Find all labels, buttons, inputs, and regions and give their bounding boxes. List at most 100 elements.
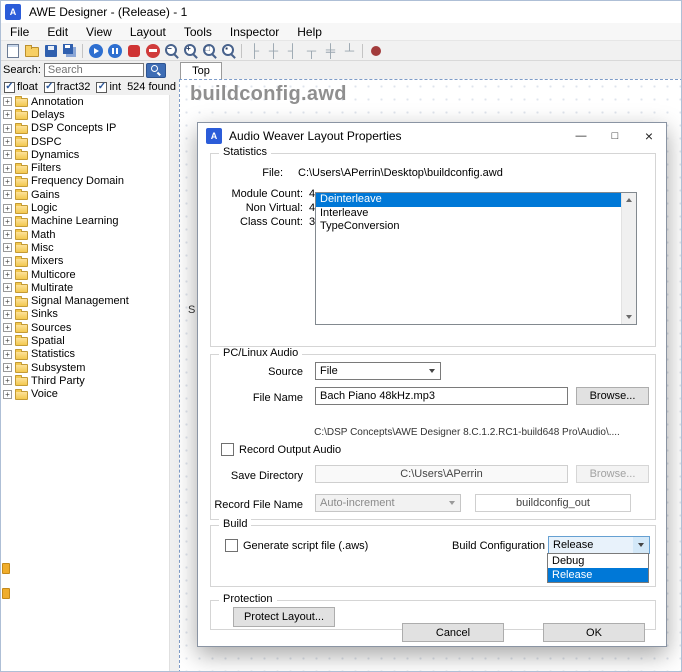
expand-icon[interactable] [3, 230, 12, 239]
palette-item-mixers[interactable]: Mixers [1, 255, 169, 268]
palette-item-spatial[interactable]: Spatial [1, 334, 169, 347]
record-mode-select[interactable]: Auto-increment [315, 494, 461, 512]
minimize-icon[interactable]: — [564, 123, 598, 149]
palette-item-third-party[interactable]: Third Party [1, 374, 169, 387]
new-layout-button[interactable] [3, 41, 22, 60]
zoom-out-button[interactable]: − [162, 41, 181, 60]
palette-item-misc[interactable]: Misc [1, 241, 169, 254]
window-titlebar[interactable]: A AWE Designer - (Release) - 1 [1, 1, 682, 23]
palette-item-multirate[interactable]: Multirate [1, 281, 169, 294]
pause-audio-button[interactable] [105, 41, 124, 60]
palette-item-logic[interactable]: Logic [1, 201, 169, 214]
expand-icon[interactable] [3, 283, 12, 292]
expand-icon[interactable] [3, 164, 12, 173]
checkbox-icon[interactable] [4, 82, 15, 93]
save-layout-button[interactable] [41, 41, 60, 60]
palette-item-delays[interactable]: Delays [1, 108, 169, 121]
expand-icon[interactable] [3, 177, 12, 186]
browse-button[interactable]: Browse... [576, 387, 649, 405]
dropdown-option-release[interactable]: Release [548, 568, 648, 582]
expand-icon[interactable] [3, 336, 12, 345]
dropdown-option-debug[interactable]: Debug [548, 554, 648, 568]
search-input[interactable] [44, 63, 144, 77]
palette-item-signal-management[interactable]: Signal Management [1, 294, 169, 307]
search-button[interactable] [146, 63, 166, 78]
expand-icon[interactable] [3, 217, 12, 226]
record-output-checkbox[interactable] [221, 443, 234, 456]
align-left-button[interactable]: ├ [245, 41, 264, 60]
open-layout-button[interactable] [22, 41, 41, 60]
module-list-item-interleave[interactable]: Interleave [316, 207, 621, 221]
align-bottom-button[interactable]: ┴ [340, 41, 359, 60]
expand-icon[interactable] [3, 204, 12, 213]
palette-item-dynamics[interactable]: Dynamics [1, 148, 169, 161]
expand-icon[interactable] [3, 190, 12, 199]
checkbox-icon[interactable] [96, 82, 107, 93]
expand-icon[interactable] [3, 363, 12, 372]
menu-edit[interactable]: Edit [38, 23, 77, 40]
checkbox-icon[interactable] [44, 82, 55, 93]
palette-item-annotation[interactable]: Annotation [1, 95, 169, 108]
palette-item-dspc[interactable]: DSPC [1, 135, 169, 148]
palette-item-frequency-domain[interactable]: Frequency Domain [1, 175, 169, 188]
palette-item-multicore[interactable]: Multicore [1, 268, 169, 281]
align-top-button[interactable]: ┬ [302, 41, 321, 60]
menu-inspector[interactable]: Inspector [221, 23, 288, 40]
palette-item-machine-learning[interactable]: Machine Learning [1, 215, 169, 228]
filter-int[interactable]: int [96, 81, 121, 93]
expand-icon[interactable] [3, 390, 12, 399]
listbox-scrollbar[interactable] [621, 193, 636, 324]
expand-icon[interactable] [3, 310, 12, 319]
menu-help[interactable]: Help [288, 23, 331, 40]
align-middle-button[interactable]: ╪ [321, 41, 340, 60]
expand-icon[interactable] [3, 323, 12, 332]
expand-icon[interactable] [3, 350, 12, 359]
scroll-down-icon[interactable] [622, 310, 636, 324]
expand-icon[interactable] [3, 137, 12, 146]
build-configuration-select[interactable]: Release [548, 536, 650, 554]
module-list-item-deinterleave[interactable]: Deinterleave [316, 193, 621, 207]
palette-item-dsp-concepts-ip[interactable]: DSP Concepts IP [1, 122, 169, 135]
run-layout-button[interactable] [86, 41, 105, 60]
halt-target-button[interactable] [143, 41, 162, 60]
module-list-item-typeconversion[interactable]: TypeConversion [316, 220, 621, 234]
align-center-button[interactable]: ┼ [264, 41, 283, 60]
expand-icon[interactable] [3, 297, 12, 306]
ok-button[interactable]: OK [543, 623, 645, 642]
close-icon[interactable]: × [632, 123, 666, 149]
zoom-in-button[interactable]: + [181, 41, 200, 60]
menu-file[interactable]: File [1, 23, 38, 40]
connect-target-button[interactable] [366, 41, 385, 60]
palette-item-subsystem[interactable]: Subsystem [1, 361, 169, 374]
align-right-button[interactable]: ┤ [283, 41, 302, 60]
zoom-fit-button[interactable]: □ [200, 41, 219, 60]
panel-splitter[interactable] [169, 95, 179, 672]
protect-layout-button[interactable]: Protect Layout... [233, 607, 335, 627]
filter-float[interactable]: float [4, 81, 38, 93]
palette-item-sinks[interactable]: Sinks [1, 308, 169, 321]
expand-icon[interactable] [3, 97, 12, 106]
menu-layout[interactable]: Layout [121, 23, 175, 40]
stop-audio-button[interactable] [124, 41, 143, 60]
source-select[interactable]: File [315, 362, 441, 380]
menu-tools[interactable]: Tools [175, 23, 221, 40]
file-name-input[interactable] [315, 387, 568, 405]
filter-fract32[interactable]: fract32 [44, 81, 91, 93]
zoom-selection-button[interactable]: ▪ [219, 41, 238, 60]
tab-top[interactable]: Top [180, 62, 222, 79]
cancel-button[interactable]: Cancel [402, 623, 504, 642]
palette-item-filters[interactable]: Filters [1, 161, 169, 174]
palette-item-sources[interactable]: Sources [1, 321, 169, 334]
save-layout-as-button[interactable] [60, 41, 79, 60]
palette-item-gains[interactable]: Gains [1, 188, 169, 201]
expand-icon[interactable] [3, 110, 12, 119]
expand-icon[interactable] [3, 150, 12, 159]
expand-icon[interactable] [3, 270, 12, 279]
palette-item-math[interactable]: Math [1, 228, 169, 241]
expand-icon[interactable] [3, 376, 12, 385]
menu-view[interactable]: View [77, 23, 121, 40]
generate-script-checkbox[interactable] [225, 539, 238, 552]
maximize-icon[interactable]: □ [598, 123, 632, 149]
save-browse-button[interactable]: Browse... [576, 465, 649, 483]
expand-icon[interactable] [3, 257, 12, 266]
